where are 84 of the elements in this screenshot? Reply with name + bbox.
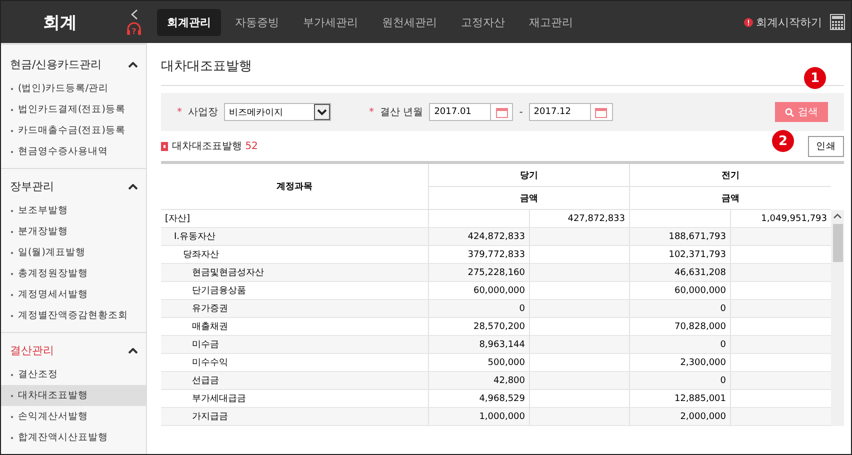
table-cell: 2,300,000 [629,354,730,372]
bullet-icon [161,142,168,150]
sidebar-item[interactable]: 분개장발행 [1,221,146,242]
table-cell: 1,000,000 [428,408,529,426]
scrollbar[interactable] [831,210,844,426]
nav-tab[interactable]: 자동증빙 [225,8,289,36]
table-cell: Ⅰ.유동자산 [161,228,428,246]
sidebar-item[interactable]: (법인)카드등록/관리 [1,78,146,99]
calendar-icon[interactable] [496,106,508,118]
table-cell: 현금및현금성자산 [161,264,428,282]
table-cell: 4,968,529 [428,390,529,408]
required-mark: * [177,106,182,118]
sidebar-item[interactable]: 법인카드결제(전표)등록 [1,99,146,120]
column-header: 금액 [428,187,629,210]
table-cell: 500,000 [428,354,529,372]
search-icon [785,108,794,116]
table-cell: 미수금 [161,336,428,354]
nav-tab[interactable]: 고정자산 [451,8,515,36]
table-cell: 28,570,200 [428,318,529,336]
sidebar-item[interactable]: 카드매출수금(전표)등록 [1,120,146,141]
print-button[interactable]: 인쇄 [808,136,844,156]
nav-tab[interactable]: 회계관리 [157,8,221,36]
callout-marker: 1 [804,67,826,89]
column-header: 금액 [629,187,831,210]
sidebar-section-title[interactable]: 결산관리 [10,343,54,358]
column-header: 당기 [428,164,629,187]
chevron-up-icon[interactable] [128,62,138,68]
callout-marker: 2 [772,130,794,152]
sidebar-section-title[interactable]: 장부관리 [10,179,54,194]
nav-tab[interactable]: 부가세관리 [293,8,368,36]
table-cell: 60,000,000 [629,282,730,300]
chevron-up-icon[interactable] [128,348,138,354]
nav-tab[interactable]: 재고관리 [519,8,583,36]
table-cell: 42,800 [428,372,529,390]
sidebar-item[interactable]: 보조부발행 [1,200,146,221]
chevron-up-icon[interactable] [128,184,138,190]
table-cell: 0 [428,300,529,318]
required-mark: * [369,106,374,118]
table-cell: 선급금 [161,372,428,390]
table-cell: 8,963,144 [428,336,529,354]
sidebar-item[interactable]: 대차대조표발행 [1,385,146,406]
calendar-icon[interactable] [595,106,608,118]
table-cell: 60,000,000 [428,282,529,300]
sidebar-item[interactable]: 결산조정 [1,364,146,385]
table-cell: 427,872,833 [529,210,629,228]
chevron-left-icon[interactable] [130,8,138,20]
table-cell: 가지급금 [161,408,428,426]
sidebar-item[interactable]: 손익계산서발행 [1,406,146,427]
table-cell: 102,371,793 [629,246,730,264]
table-cell: 0 [629,336,730,354]
sidebar-item[interactable]: 일(월)계표발행 [1,242,146,263]
sidebar-item[interactable]: 계정명세서발행 [1,284,146,305]
business-label: 사업장 [188,106,218,119]
table-cell: 유가증권 [161,300,428,318]
table-cell: 424,872,833 [428,228,529,246]
table-cell: 188,671,793 [629,228,730,246]
period-label: 결산 년월 [380,106,424,119]
table-cell: 12,885,001 [629,390,730,408]
table-cell: 379,772,833 [428,246,529,264]
sidebar-item[interactable]: 계정별잔액증감현황조회 [1,305,146,326]
table-cell: 1,049,951,793 [730,210,831,228]
table-cell: 0 [629,372,730,390]
calculator-icon[interactable] [830,14,845,30]
section-title: 대차대조표발행 52 [172,140,258,153]
column-header: 전기 [629,164,831,187]
business-select[interactable]: 비즈메카이지 [224,103,331,121]
table-cell: 70,828,000 [629,318,730,336]
date-field[interactable]: 2017.12 [528,103,613,121]
table-cell: 2,000,000 [629,408,730,426]
sidebar-item[interactable]: 총계정원장발행 [1,263,146,284]
sidebar-section-title[interactable]: 현금/신용카드관리 [10,57,102,72]
app-title: 회계 [42,12,78,34]
alert-icon [744,18,753,26]
table-cell: 46,631,208 [629,264,730,282]
start-accounting-link[interactable]: 회계시작하기 [744,14,822,30]
table-cell: 275,228,160 [428,264,529,282]
sidebar-item[interactable]: 현금영수증사용내역 [1,141,146,162]
scrollbar-thumb[interactable] [832,224,842,262]
range-separator: - [519,106,523,118]
sidebar-item[interactable]: 합계잔액시산표발행 [1,427,146,448]
dropdown-icon [314,104,330,120]
table-cell: 0 [629,300,730,318]
date-field[interactable]: 2017.01 [429,103,514,121]
nav-tab[interactable]: 원천세관리 [372,8,447,36]
